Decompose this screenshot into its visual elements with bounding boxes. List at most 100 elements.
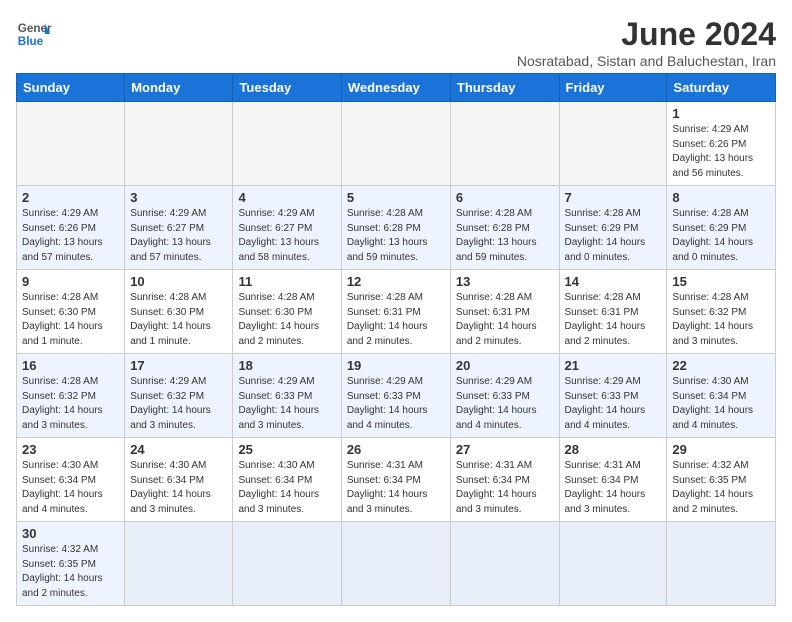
calendar-cell <box>667 522 776 606</box>
weekday-header-thursday: Thursday <box>450 74 559 102</box>
calendar-cell: 23 Sunrise: 4:30 AMSunset: 6:34 PMDayligh… <box>17 438 125 522</box>
day-number: 8 <box>672 190 770 205</box>
title-area: June 2024 Nosratabad, Sistan and Baluche… <box>517 16 776 69</box>
calendar-cell: 10 Sunrise: 4:28 AMSunset: 6:30 PMDayligh… <box>125 270 233 354</box>
day-info: Sunrise: 4:30 AMSunset: 6:34 PMDaylight:… <box>238 459 335 517</box>
calendar-cell: 12 Sunrise: 4:28 AMSunset: 6:31 PMDayligh… <box>341 270 450 354</box>
day-number: 28 <box>565 442 662 457</box>
calendar-cell: 24 Sunrise: 4:30 AMSunset: 6:34 PMDayligh… <box>125 438 233 522</box>
day-info: Sunrise: 4:28 AMSunset: 6:30 PMDaylight:… <box>130 291 227 349</box>
day-number: 10 <box>130 274 227 289</box>
weekday-header-saturday: Saturday <box>667 74 776 102</box>
calendar-cell: 18Sunrise: 4:29 AMSunset: 6:33 PMDayligh… <box>233 354 341 438</box>
day-info: Sunrise: 4:28 AMSunset: 6:30 PMDaylight:… <box>238 291 335 349</box>
calendar-cell <box>341 522 450 606</box>
calendar-cell <box>559 102 667 186</box>
calendar-cell: 28 Sunrise: 4:31 AMSunset: 6:34 PMDayligh… <box>559 438 667 522</box>
day-number: 3 <box>130 190 227 205</box>
month-title: June 2024 <box>517 16 776 53</box>
header: General Blue June 2024 Nosratabad, Sista… <box>16 16 776 69</box>
calendar-cell: 21Sunrise: 4:29 AMSunset: 6:33 PMDayligh… <box>559 354 667 438</box>
calendar-cell <box>125 522 233 606</box>
calendar-cell <box>450 522 559 606</box>
calendar-cell: 6Sunrise: 4:28 AMSunset: 6:28 PMDaylight… <box>450 186 559 270</box>
day-info: Sunrise: 4:28 AMSunset: 6:29 PMDaylight:… <box>565 207 662 265</box>
calendar-week-6: 30 Sunrise: 4:32 AMSunset: 6:35 PMDayligh… <box>17 522 776 606</box>
weekday-header-row: SundayMondayTuesdayWednesdayThursdayFrid… <box>17 74 776 102</box>
day-number: 20 <box>456 358 554 373</box>
day-info: Sunrise: 4:31 AMSunset: 6:34 PMDaylight:… <box>456 459 554 517</box>
calendar-week-1: 1 Sunrise: 4:29 AMSunset: 6:26 PMDaylight… <box>17 102 776 186</box>
day-number: 25 <box>238 442 335 457</box>
calendar-cell: 2Sunrise: 4:29 AMSunset: 6:26 PMDaylight… <box>17 186 125 270</box>
calendar-week-3: 9Sunrise: 4:28 AMSunset: 6:30 PMDaylight… <box>17 270 776 354</box>
calendar-cell: 7 Sunrise: 4:28 AMSunset: 6:29 PMDaylight… <box>559 186 667 270</box>
day-info: Sunrise: 4:29 AMSunset: 6:27 PMDaylight:… <box>130 207 227 265</box>
calendar-cell: 11 Sunrise: 4:28 AMSunset: 6:30 PMDayligh… <box>233 270 341 354</box>
day-info: Sunrise: 4:30 AMSunset: 6:34 PMDaylight:… <box>130 459 227 517</box>
calendar-cell: 17Sunrise: 4:29 AMSunset: 6:32 PMDayligh… <box>125 354 233 438</box>
calendar-cell: 30 Sunrise: 4:32 AMSunset: 6:35 PMDayligh… <box>17 522 125 606</box>
day-number: 19 <box>347 358 445 373</box>
day-info: Sunrise: 4:28 AMSunset: 6:28 PMDaylight:… <box>347 207 445 265</box>
day-number: 16 <box>22 358 119 373</box>
calendar-cell: 29 Sunrise: 4:32 AMSunset: 6:35 PMDayligh… <box>667 438 776 522</box>
day-number: 15 <box>672 274 770 289</box>
calendar-cell: 15 Sunrise: 4:28 AMSunset: 6:32 PMDayligh… <box>667 270 776 354</box>
day-info: Sunrise: 4:29 AMSunset: 6:33 PMDaylight:… <box>347 375 445 433</box>
calendar-cell <box>450 102 559 186</box>
day-number: 13 <box>456 274 554 289</box>
day-number: 29 <box>672 442 770 457</box>
day-number: 12 <box>347 274 445 289</box>
day-number: 7 <box>565 190 662 205</box>
calendar-cell <box>125 102 233 186</box>
calendar-cell: 3 Sunrise: 4:29 AMSunset: 6:27 PMDaylight… <box>125 186 233 270</box>
calendar-cell: 16Sunrise: 4:28 AMSunset: 6:32 PMDayligh… <box>17 354 125 438</box>
day-info: Sunrise: 4:32 AMSunset: 6:35 PMDaylight:… <box>672 459 770 517</box>
calendar-cell <box>559 522 667 606</box>
day-number: 5 <box>347 190 445 205</box>
calendar-week-5: 23 Sunrise: 4:30 AMSunset: 6:34 PMDayligh… <box>17 438 776 522</box>
subtitle: Nosratabad, Sistan and Baluchestan, Iran <box>517 53 776 69</box>
calendar-cell: 20 Sunrise: 4:29 AMSunset: 6:33 PMDayligh… <box>450 354 559 438</box>
day-number: 26 <box>347 442 445 457</box>
day-info: Sunrise: 4:29 AMSunset: 6:33 PMDaylight:… <box>238 375 335 433</box>
day-info: Sunrise: 4:28 AMSunset: 6:32 PMDaylight:… <box>672 291 770 349</box>
day-info: Sunrise: 4:31 AMSunset: 6:34 PMDaylight:… <box>347 459 445 517</box>
day-number: 14 <box>565 274 662 289</box>
day-number: 11 <box>238 274 335 289</box>
calendar-week-2: 2Sunrise: 4:29 AMSunset: 6:26 PMDaylight… <box>17 186 776 270</box>
calendar-cell: 27 Sunrise: 4:31 AMSunset: 6:34 PMDayligh… <box>450 438 559 522</box>
logo-icon: General Blue <box>16 16 52 52</box>
day-info: Sunrise: 4:31 AMSunset: 6:34 PMDaylight:… <box>565 459 662 517</box>
calendar-cell: 26 Sunrise: 4:31 AMSunset: 6:34 PMDayligh… <box>341 438 450 522</box>
weekday-header-sunday: Sunday <box>17 74 125 102</box>
weekday-header-wednesday: Wednesday <box>341 74 450 102</box>
day-info: Sunrise: 4:28 AMSunset: 6:31 PMDaylight:… <box>456 291 554 349</box>
calendar-cell <box>233 522 341 606</box>
calendar-cell <box>17 102 125 186</box>
weekday-header-friday: Friday <box>559 74 667 102</box>
day-number: 22 <box>672 358 770 373</box>
calendar-cell: 22Sunrise: 4:30 AMSunset: 6:34 PMDayligh… <box>667 354 776 438</box>
day-number: 23 <box>22 442 119 457</box>
day-info: Sunrise: 4:29 AMSunset: 6:33 PMDaylight:… <box>456 375 554 433</box>
day-info: Sunrise: 4:30 AMSunset: 6:34 PMDaylight:… <box>22 459 119 517</box>
day-info: Sunrise: 4:32 AMSunset: 6:35 PMDaylight:… <box>22 543 119 601</box>
calendar-cell: 8Sunrise: 4:28 AMSunset: 6:29 PMDaylight… <box>667 186 776 270</box>
day-number: 24 <box>130 442 227 457</box>
svg-text:Blue: Blue <box>18 35 44 48</box>
calendar-week-4: 16Sunrise: 4:28 AMSunset: 6:32 PMDayligh… <box>17 354 776 438</box>
day-info: Sunrise: 4:28 AMSunset: 6:31 PMDaylight:… <box>565 291 662 349</box>
calendar-cell <box>341 102 450 186</box>
day-number: 27 <box>456 442 554 457</box>
day-info: Sunrise: 4:29 AMSunset: 6:26 PMDaylight:… <box>672 123 770 181</box>
day-number: 4 <box>238 190 335 205</box>
logo: General Blue <box>16 16 52 52</box>
calendar-cell: 9Sunrise: 4:28 AMSunset: 6:30 PMDaylight… <box>17 270 125 354</box>
day-number: 1 <box>672 106 770 121</box>
day-number: 2 <box>22 190 119 205</box>
day-info: Sunrise: 4:28 AMSunset: 6:31 PMDaylight:… <box>347 291 445 349</box>
day-number: 30 <box>22 526 119 541</box>
weekday-header-tuesday: Tuesday <box>233 74 341 102</box>
